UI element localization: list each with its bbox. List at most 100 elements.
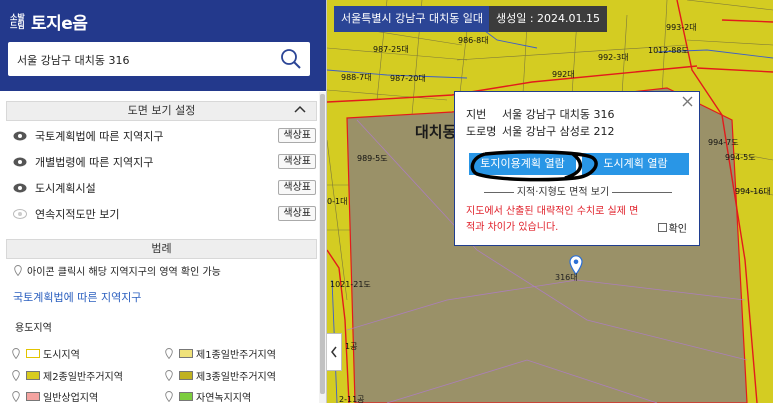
divider: [483, 191, 514, 193]
confirm-checkbox[interactable]: 확인: [657, 220, 687, 235]
layer-label: 연속지적도만 보기: [35, 208, 120, 221]
parcel-info-popup: 지번 서울 강남구 대치동 316 도로명 서울 강남구 삼성로 212 토지이용계…: [454, 91, 700, 246]
eye-off-icon[interactable]: [13, 209, 27, 219]
legend-item[interactable]: 제3종일반주거지역: [165, 368, 276, 383]
eye-icon[interactable]: [13, 157, 27, 167]
district-label: 대치동: [415, 123, 457, 141]
parcel-label: 1021-21도: [330, 280, 371, 289]
map-pin-icon[interactable]: [12, 391, 20, 402]
color-table-button[interactable]: 색상표: [278, 128, 316, 143]
road-key: 도로명: [466, 125, 497, 138]
checkbox-box[interactable]: [657, 223, 667, 232]
jibun-row: 지번 서울 강남구 대치동 316: [466, 106, 614, 122]
legend-header: 범례: [6, 239, 317, 259]
map-pin-icon[interactable]: [165, 370, 173, 381]
sidebar-scrollbar[interactable]: [319, 92, 326, 403]
parcel-label: 994-7도: [708, 138, 739, 147]
address-chip: 서울특별시 강남구 대치동 일대: [334, 6, 491, 32]
chevron-up-icon[interactable]: [294, 104, 306, 116]
layer-label: 개별법령에 따른 지역지구: [35, 156, 154, 169]
search-value: 서울 강남구 대치동 316: [17, 54, 130, 67]
legend-item-label: 일반상업지역: [43, 393, 99, 403]
close-icon[interactable]: [682, 96, 693, 107]
legend-item[interactable]: 자연녹지지역: [165, 389, 251, 403]
legend-hint: 아이콘 클릭시 해당 지역지구의 영역 확인 가능: [6, 259, 317, 281]
parcel-label: 994-5도: [725, 153, 756, 162]
map-pin-icon[interactable]: [12, 348, 20, 359]
collapse-sidebar-button[interactable]: [327, 333, 342, 371]
legend-item[interactable]: 제1종일반주거지역: [165, 346, 276, 361]
chevron-left-icon: [331, 346, 337, 358]
legend-swatch: [26, 371, 40, 380]
layer-label: 국토계획법에 따른 지역지구: [35, 130, 164, 143]
parcel-label: 992대: [552, 70, 575, 79]
confirm-label: 확인: [668, 224, 687, 235]
search-icon[interactable]: [280, 48, 302, 70]
logo-name: 토지e음: [31, 14, 88, 34]
eye-icon[interactable]: [13, 183, 27, 193]
legend-item-label: 제2종일반주거지역: [43, 372, 123, 383]
legend-swatch: [179, 392, 193, 401]
eye-icon[interactable]: [13, 131, 27, 141]
road-value: 서울 강남구 삼성로 212: [502, 125, 615, 138]
search-input[interactable]: 서울 강남구 대치동 316: [8, 42, 310, 76]
legend-subsection-title: 용도지역: [15, 323, 52, 334]
logo[interactable]: 소발 드림 토지e음: [10, 9, 88, 34]
legend-item-label: 도시지역: [43, 350, 80, 361]
jibun-value: 서울 강남구 대치동 316: [502, 108, 615, 121]
selected-parcel-label: 316대: [555, 273, 578, 282]
scribble-annotation: [470, 150, 598, 182]
legend-item-label: 제1종일반주거지역: [196, 350, 276, 361]
parcel-label: 987-20대: [390, 74, 426, 83]
view-settings-title: 도면 보기 설정: [127, 104, 196, 117]
legend-item[interactable]: 도시지역: [12, 346, 80, 361]
layer-row[interactable]: 연속지적도만 보기 색상표: [6, 201, 317, 227]
parcel-label: 992-3대: [598, 53, 629, 62]
area-warning-text: 지도에서 산출된 대략적인 수치로 실제 면적과 차이가 있습니다.: [466, 206, 639, 233]
layer-row[interactable]: 도시계획시설 색상표: [6, 175, 317, 201]
legend-item[interactable]: 제2종일반주거지역: [12, 368, 123, 383]
area-view-toggle[interactable]: 지적·지형도 면적 보기: [467, 183, 689, 198]
legend-item[interactable]: 일반상업지역: [12, 389, 98, 403]
parcel-label: 994-16대: [735, 187, 771, 196]
sidebar: 소발 드림 토지e음 서울 강남구 대치동 316 도면 보기 설정 국토계획법…: [0, 0, 327, 403]
color-table-button[interactable]: 색상표: [278, 206, 316, 221]
parcel-label: 993-2대: [666, 23, 697, 32]
layer-row[interactable]: 개별법령에 따른 지역지구 색상표: [6, 149, 317, 175]
app-window: 소발 드림 토지e음 서울 강남구 대치동 316 도면 보기 설정 국토계획법…: [0, 0, 773, 403]
legend-hint-text: 아이콘 클릭시 해당 지역지구의 영역 확인 가능: [27, 266, 221, 278]
layer-label: 도시계획시설: [35, 182, 96, 195]
color-table-button[interactable]: 색상표: [278, 154, 316, 169]
legend-panel: 범례 아이콘 클릭시 해당 지역지구의 영역 확인 가능 국토계획법에 따른 지…: [6, 239, 317, 334]
map-pin-icon[interactable]: [165, 348, 173, 359]
view-settings-header[interactable]: 도면 보기 설정: [6, 101, 317, 121]
legend-item-label: 제3종일반주거지역: [196, 372, 276, 383]
parcel-label: 0-1대: [327, 197, 348, 206]
jibun-key: 지번: [466, 108, 487, 121]
divider: [612, 191, 673, 193]
parcel-label: 2-11공: [339, 395, 365, 403]
map-pin-icon: [14, 264, 22, 276]
color-table-button[interactable]: 색상표: [278, 180, 316, 195]
parcel-label: 1012-88도: [648, 46, 689, 55]
parcel-label: 1공: [345, 342, 358, 351]
legend-section-title[interactable]: 국토계획법에 따른 지역지구: [13, 289, 317, 305]
legend-swatch: [26, 349, 40, 358]
logo-small-text: 소발 드림: [10, 12, 25, 30]
parcel-label: 987-25대: [373, 45, 409, 54]
area-view-label: 지적·지형도 면적 보기: [516, 187, 610, 198]
parcel-label: 988-7대: [341, 73, 372, 82]
map-pin-icon[interactable]: [12, 370, 20, 381]
map-pin-icon[interactable]: [165, 391, 173, 402]
road-address-row: 도로명 서울 강남구 삼성로 212: [466, 123, 614, 139]
parcel-label: 986-8대: [458, 36, 489, 45]
top-bar: 소발 드림 토지e음 서울 강남구 대치동 316: [0, 0, 326, 91]
layer-row[interactable]: 국토계획법에 따른 지역지구 색상표: [6, 123, 317, 149]
legend-title: 범례: [151, 242, 172, 255]
scrollbar-thumb[interactable]: [320, 94, 325, 394]
legend-item-label: 자연녹지지역: [196, 393, 252, 403]
parcel-label: 989-5도: [357, 154, 388, 163]
legend-swatch: [26, 392, 40, 401]
view-settings-panel: 도면 보기 설정 국토계획법에 따른 지역지구 색상표 개별법령에 따른 지역지…: [6, 101, 317, 227]
date-chip: 생성일 : 2024.01.15: [489, 6, 608, 32]
